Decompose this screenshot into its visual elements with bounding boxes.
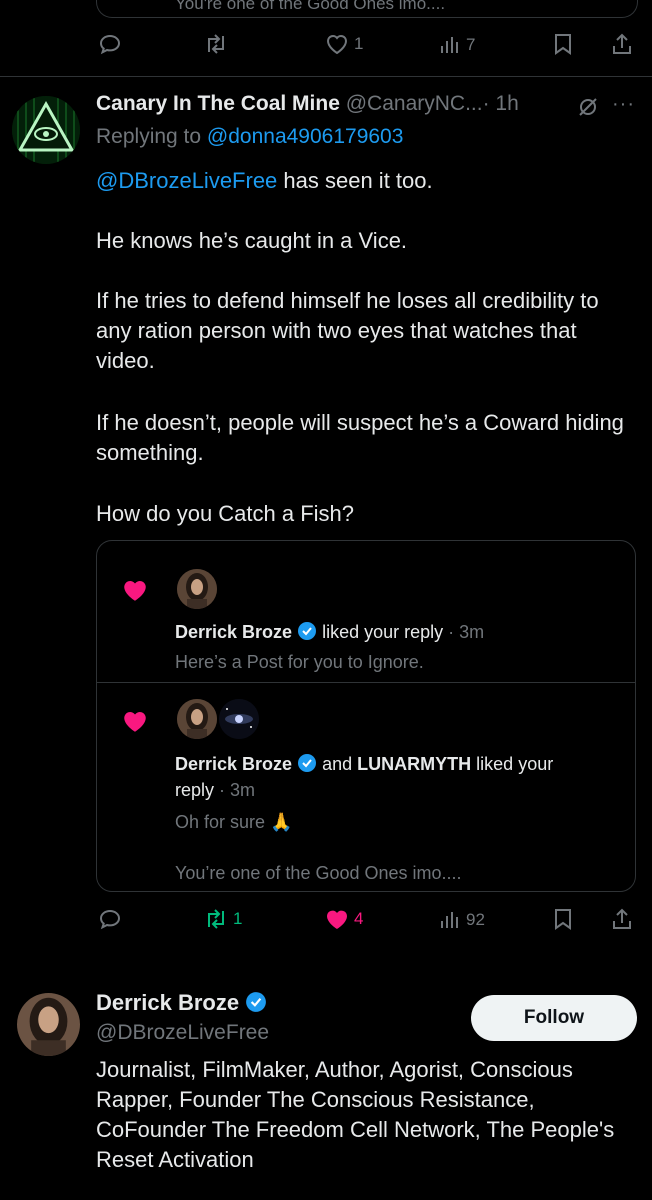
notif2-and: and [322, 754, 353, 774]
verified-badge-icon [298, 754, 317, 772]
like-button[interactable]: 1 [324, 32, 363, 56]
all-seeing-eye-icon [12, 96, 80, 164]
avatar [177, 699, 217, 739]
reply-button[interactable] [98, 907, 122, 931]
profile-handle[interactable]: @DBrozeLiveFree [96, 1021, 269, 1045]
follow-button[interactable]: Follow [471, 995, 637, 1041]
heart-filled-icon [327, 910, 347, 929]
bookmark-icon [555, 909, 571, 930]
like-count: 4 [354, 909, 364, 928]
bookmark-button[interactable] [552, 32, 574, 56]
mention-link[interactable]: @DBrozeLiveFree [96, 168, 277, 193]
like-button[interactable]: 4 [324, 907, 363, 931]
views-icon [441, 912, 458, 928]
share-button[interactable] [611, 32, 633, 56]
more-icon: ··· [612, 93, 635, 115]
replying-to: Replying to @donna4906179603 [96, 125, 403, 149]
notif2-name2: LUNARMYTH [357, 754, 472, 774]
post-time[interactable]: · 1h [483, 92, 519, 115]
notif2-line1: Derrick Broze and LUNARMYTH liked your [175, 751, 553, 777]
profile-bio: Journalist, FilmMaker, Author, Agorist, … [96, 1057, 615, 1172]
divider [0, 76, 652, 77]
views-count: 7 [466, 35, 476, 54]
views-count: 92 [466, 910, 485, 929]
share-icon [613, 908, 631, 929]
avatar [177, 569, 217, 609]
heart-filled-icon [124, 712, 146, 732]
notif1-action: liked your reply [322, 622, 444, 642]
post-header: Canary In The Coal Mine @CanaryNC...· 1h [96, 92, 519, 116]
profile-name-row: Derrick Broze [96, 990, 267, 1016]
notif2-text: Oh for sure [175, 812, 266, 832]
repost-icon [208, 34, 224, 54]
verified-badge-icon [246, 992, 267, 1012]
post-para2: He knows he’s caught in a Vice. [96, 228, 408, 253]
notif2-action2: reply [175, 780, 215, 800]
bookmark-button[interactable] [552, 907, 574, 931]
praying-hands-icon: 🙏 [270, 812, 293, 832]
avatar[interactable] [12, 96, 80, 164]
like-count: 1 [354, 34, 364, 53]
post-para3: If he tries to defend himself he loses a… [96, 288, 599, 373]
person-avatar-icon [177, 699, 217, 739]
notif1-name: Derrick Broze [175, 622, 293, 642]
notif2-name: Derrick Broze [175, 754, 293, 774]
views-button[interactable]: 7 [438, 33, 475, 57]
quoted-text-cut: You're one of the Good Ones imo.... [175, 0, 446, 13]
post-line1-text: has seen it too. [277, 168, 433, 193]
grok-button[interactable] [576, 95, 600, 124]
person-avatar-icon [177, 569, 217, 609]
views-icon [441, 37, 458, 53]
galaxy-avatar-icon [219, 699, 259, 739]
share-icon [613, 33, 631, 54]
verified-badge-icon [298, 622, 317, 640]
divider [97, 682, 635, 683]
avatar[interactable] [17, 993, 80, 1056]
share-button[interactable] [611, 907, 633, 931]
post-para4: If he doesn’t, people will suspect he’s … [96, 410, 624, 465]
replying-handle[interactable]: @donna4906179603 [207, 125, 404, 148]
notif1-text: Here’s a Post for you to Ignore. [175, 652, 424, 672]
grok-icon [579, 98, 597, 116]
handle[interactable]: @CanaryNC... [346, 92, 483, 115]
replying-prefix: Replying to [96, 125, 202, 148]
post-line1: @DBrozeLiveFree has seen it too. [96, 166, 433, 196]
notif1-time: · 3m [448, 622, 485, 642]
views-button[interactable]: 92 [438, 908, 485, 932]
notif2-action1: liked your [476, 754, 554, 774]
heart-icon [326, 35, 348, 55]
person-avatar-icon [17, 993, 80, 1056]
repost-button[interactable]: 1 [203, 907, 242, 931]
reply-icon [99, 909, 121, 930]
notif1-line: Derrick Broze liked your reply · 3m [175, 619, 484, 645]
notif2-line2: reply · 3m [175, 777, 255, 803]
reply-icon [99, 34, 121, 55]
quoted-card-top: You're one of the Good Ones imo.... [96, 0, 638, 18]
repost-button[interactable] [203, 32, 229, 56]
notif2-time: · 3m [219, 780, 256, 800]
bookmark-icon [555, 34, 571, 55]
more-options-button[interactable]: ··· [612, 93, 635, 116]
profile-name[interactable]: Derrick Broze [96, 990, 239, 1015]
display-name[interactable]: Canary In The Coal Mine [96, 92, 340, 115]
notif2-text2: You’re one of the Good Ones imo.... [175, 863, 462, 883]
embedded-image[interactable]: Derrick Broze liked your reply · 3m Here… [96, 540, 636, 892]
avatar [219, 699, 259, 739]
notif2-text-row: Oh for sure 🙏 [175, 812, 292, 833]
reply-button[interactable] [98, 32, 122, 56]
repost-icon [208, 909, 224, 929]
post-para5: How do you Catch a Fish? [96, 501, 355, 526]
heart-filled-icon [124, 581, 146, 601]
repost-count: 1 [233, 909, 243, 928]
